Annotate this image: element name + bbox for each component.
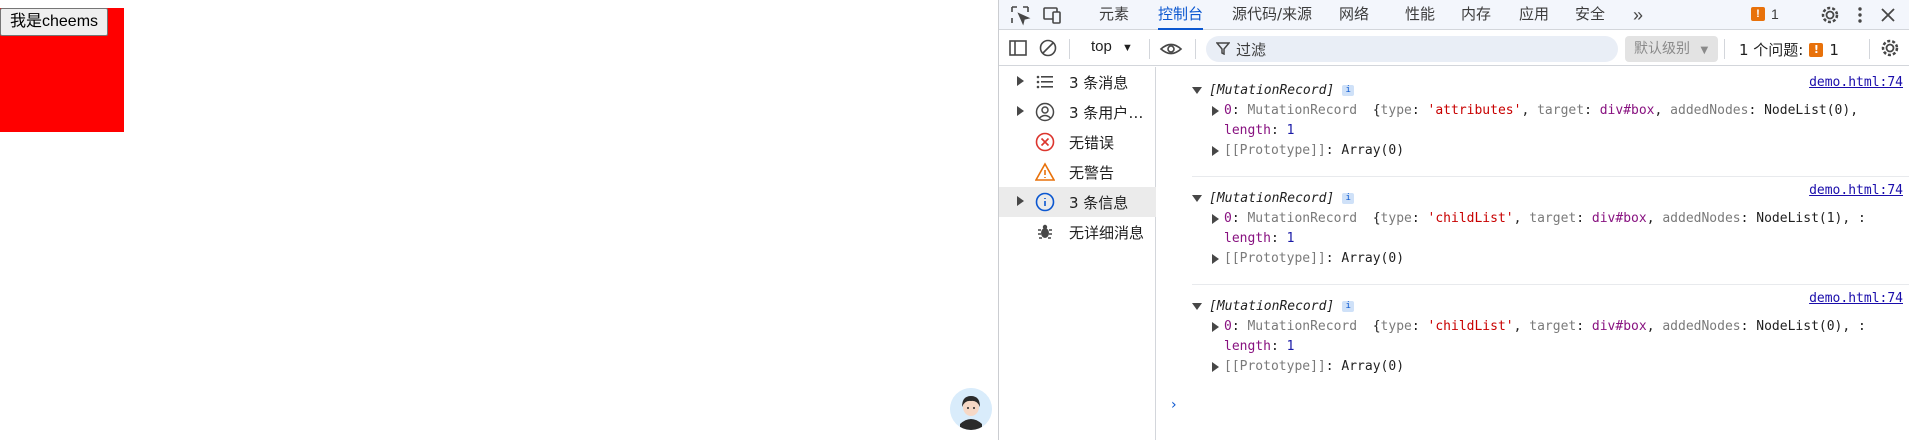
- warning-triangle-icon: [1034, 162, 1056, 182]
- close-icon[interactable]: [1877, 4, 1899, 26]
- user-circle-icon: [1035, 102, 1055, 122]
- prototype-property[interactable]: [[Prototype]]: Array(0): [1212, 359, 1404, 379]
- tab-security[interactable]: 安全: [1575, 0, 1605, 30]
- info-circle-icon: [1035, 192, 1055, 212]
- sidebar-item-warnings[interactable]: 无警告: [999, 157, 1156, 187]
- console-sidebar: 3 条消息 3 条用户消息 无错误 无警告 3 条信息 无详细消息: [999, 67, 1156, 440]
- filter-icon: [1215, 41, 1231, 59]
- warning-square-icon: !: [1751, 7, 1765, 21]
- collapse-arrow-icon[interactable]: [1192, 195, 1202, 202]
- page-root: 我是cheems 元素 控制台 源代码/来源 网络 性能 内存 应用 安全 » …: [0, 0, 1909, 440]
- cheems-button[interactable]: 我是cheems: [0, 8, 109, 36]
- sidebar-item-messages[interactable]: 3 条消息: [999, 67, 1156, 97]
- tab-performance[interactable]: 性能: [1405, 0, 1435, 30]
- expand-arrow-icon[interactable]: [1017, 196, 1024, 206]
- array-header[interactable]: [MutationRecord] i: [1192, 299, 1355, 319]
- collapse-arrow-icon[interactable]: [1192, 87, 1202, 94]
- sidebar-item-info[interactable]: 3 条信息: [999, 187, 1156, 217]
- expand-arrow-icon[interactable]: [1212, 105, 1219, 116]
- array-item[interactable]: 0: MutationRecord {type: 'attributes', t…: [1212, 103, 1858, 123]
- eye-icon[interactable]: [1159, 38, 1183, 60]
- issues-count[interactable]: 1 个问题: ! 1: [1739, 39, 1839, 60]
- filter-input[interactable]: 过滤: [1206, 36, 1618, 62]
- info-chip-icon: i: [1342, 193, 1355, 204]
- toolbar-divider: [1069, 39, 1070, 59]
- device-toolbar-icon[interactable]: [1041, 4, 1063, 26]
- array-item[interactable]: 0: MutationRecord {type: 'childList', ta…: [1212, 319, 1866, 339]
- tab-elements[interactable]: 元素: [1099, 0, 1129, 30]
- console-toolbar: top ▼ 过滤 默认级别 ▼ 1 个问题: ! 1: [999, 31, 1909, 66]
- expand-arrow-icon[interactable]: [1017, 76, 1024, 86]
- double-chevron-right-icon[interactable]: »: [1633, 4, 1655, 26]
- inspect-element-icon[interactable]: [1009, 4, 1031, 26]
- expand-arrow-icon[interactable]: [1212, 145, 1219, 156]
- info-chip-icon: i: [1342, 301, 1355, 312]
- array-header[interactable]: [MutationRecord] i: [1192, 191, 1355, 211]
- message-divider: [1192, 176, 1909, 177]
- array-header[interactable]: [MutationRecord] i: [1192, 83, 1355, 103]
- expand-arrow-icon[interactable]: [1212, 253, 1219, 264]
- message-divider: [1192, 284, 1909, 285]
- tab-console[interactable]: 控制台: [1158, 0, 1204, 30]
- sidebar-item-errors[interactable]: 无错误: [999, 127, 1156, 157]
- bug-icon: [1035, 222, 1055, 242]
- caret-down-icon: ▼: [1700, 45, 1709, 56]
- tab-memory[interactable]: 内存: [1461, 0, 1491, 30]
- toolbar-divider: [1195, 39, 1196, 59]
- console-prompt-chevron-icon[interactable]: ›: [1171, 397, 1177, 413]
- source-link[interactable]: demo.html:74: [1809, 75, 1903, 90]
- sidebar-item-verbose[interactable]: 无详细消息: [999, 217, 1156, 247]
- toolbar-divider: [1724, 39, 1725, 59]
- sidebar-item-user-messages[interactable]: 3 条用户消息: [999, 97, 1156, 127]
- assistant-avatar-icon[interactable]: [950, 388, 992, 430]
- tab-sources[interactable]: 源代码/来源: [1232, 0, 1312, 30]
- tab-application[interactable]: 应用: [1519, 0, 1549, 30]
- length-property: length: 1: [1224, 123, 1295, 138]
- source-link[interactable]: demo.html:74: [1809, 183, 1903, 198]
- caret-down-icon: ▼: [1122, 42, 1133, 54]
- sidebar-toggle-icon[interactable]: [1007, 37, 1029, 59]
- collapse-arrow-icon[interactable]: [1192, 303, 1202, 310]
- expand-arrow-icon[interactable]: [1212, 213, 1219, 224]
- info-chip-icon: i: [1342, 85, 1355, 96]
- expand-arrow-icon[interactable]: [1212, 361, 1219, 372]
- expand-arrow-icon[interactable]: [1212, 321, 1219, 332]
- prototype-property[interactable]: [[Prototype]]: Array(0): [1212, 251, 1404, 271]
- kebab-menu-icon[interactable]: [1849, 4, 1871, 26]
- toolbar-divider: [1149, 39, 1150, 59]
- toolbar-divider: [1869, 39, 1870, 59]
- prototype-property[interactable]: [[Prototype]]: Array(0): [1212, 143, 1404, 163]
- array-item[interactable]: 0: MutationRecord {type: 'childList', ta…: [1212, 211, 1866, 231]
- clear-console-icon[interactable]: [1037, 37, 1059, 59]
- context-select[interactable]: top ▼: [1091, 38, 1133, 55]
- devtools-tabbar: 元素 控制台 源代码/来源 网络 性能 内存 应用 安全 » ! 1: [999, 0, 1909, 30]
- console-settings-gear-icon[interactable]: [1879, 37, 1901, 59]
- list-icon: [1035, 72, 1055, 92]
- gear-icon[interactable]: [1819, 4, 1841, 26]
- expand-arrow-icon[interactable]: [1017, 106, 1024, 116]
- console-output: demo.html:74 [MutationRecord] i 0: Mutati…: [1157, 67, 1909, 440]
- tab-network[interactable]: 网络: [1339, 0, 1369, 30]
- devtools-panel: 元素 控制台 源代码/来源 网络 性能 内存 应用 安全 » ! 1 top ▼…: [998, 0, 1909, 440]
- length-property: length: 1: [1224, 231, 1295, 246]
- log-level-select[interactable]: 默认级别 ▼: [1625, 36, 1718, 62]
- issues-badge[interactable]: ! 1: [1751, 6, 1779, 22]
- length-property: length: 1: [1224, 339, 1295, 354]
- source-link[interactable]: demo.html:74: [1809, 291, 1903, 306]
- error-circle-icon: [1035, 132, 1055, 152]
- warning-square-icon: !: [1809, 42, 1824, 57]
